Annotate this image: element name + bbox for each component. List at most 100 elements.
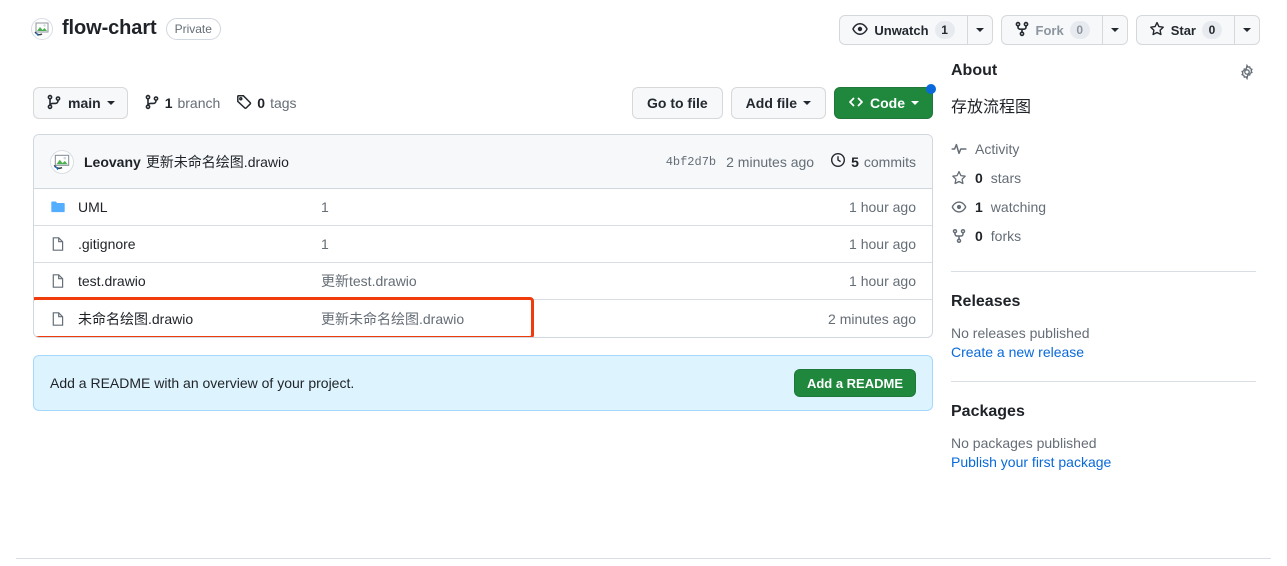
commits-count-link[interactable]: 5 commits [830, 152, 916, 171]
table-row[interactable]: UML 1 1 hour ago [34, 189, 932, 226]
list-item[interactable]: 1 watching [951, 192, 1256, 221]
watch-dropdown-button[interactable] [966, 15, 993, 45]
sidebar-divider [951, 271, 1256, 272]
fork-label: Fork [1035, 22, 1064, 38]
chevron-down-icon [911, 101, 919, 105]
packages-section: Packages No packages published Publish y… [951, 403, 1256, 470]
table-row[interactable]: .gitignore 1 1 hour ago [34, 226, 932, 263]
stat-label: Activity [975, 140, 1020, 157]
about-description: 存放流程图 [951, 99, 1032, 116]
file-name-link[interactable]: 未命名绘图.drawio [78, 309, 321, 329]
owner-avatar[interactable] [31, 17, 53, 40]
code-notification-dot [926, 84, 936, 94]
file-updated-time: 2 minutes ago [828, 310, 916, 327]
table-row[interactable]: 未命名绘图.drawio 更新未命名绘图.drawio 2 minutes ago [34, 297, 932, 337]
fork-button[interactable]: Fork 0 [1000, 15, 1102, 45]
fork-count: 0 [1069, 21, 1090, 39]
main-column: main 1 branch 0 tags Go to file Add file… [33, 62, 936, 411]
commit-author-avatar[interactable] [50, 149, 74, 174]
go-to-file-button[interactable]: Go to file [631, 87, 723, 119]
list-item[interactable]: Activity [951, 134, 1256, 163]
tag-icon [236, 94, 252, 113]
list-item[interactable]: 0 forks [951, 221, 1256, 250]
about-title: About [951, 62, 998, 79]
file-icon [50, 273, 66, 289]
star-count: 0 [1202, 21, 1222, 39]
branch-count-value: 1 [164, 95, 173, 111]
packages-empty-text: No packages published [951, 435, 1097, 451]
list-item[interactable]: 0 stars [951, 163, 1256, 192]
table-row[interactable]: test.drawio 更新test.drawio 1 hour ago [34, 263, 932, 300]
chevron-down-icon [803, 101, 811, 105]
toolbar-right-actions: Go to file Add file Code [631, 84, 936, 119]
commits-count-label: commits [863, 153, 916, 170]
file-updated-time: 1 hour ago [849, 199, 916, 215]
add-readme-banner: Add a README with an overview of your pr… [33, 355, 933, 411]
about-stat-list: Activity 0 stars 1 watching 0 forks [951, 134, 1256, 250]
file-name-link[interactable]: UML [78, 199, 321, 215]
stat-label: stars [990, 169, 1022, 186]
code-button[interactable]: Code [834, 84, 936, 119]
file-updated-time: 1 hour ago [849, 273, 916, 289]
file-commit-message[interactable]: 更新test.drawio [321, 271, 849, 291]
gear-icon[interactable] [1238, 63, 1256, 81]
file-commit-message[interactable]: 1 [321, 236, 849, 252]
page-bottom-divider [16, 558, 1271, 559]
file-toolbar: main 1 branch 0 tags Go to file Add file… [33, 84, 936, 119]
branch-count-link[interactable]: 1 branch [144, 94, 220, 113]
code-icon [848, 94, 864, 113]
file-icon [50, 236, 66, 252]
sidebar-divider [951, 381, 1256, 382]
star-icon [1149, 21, 1165, 40]
tag-count-link[interactable]: 0 tags [236, 94, 297, 113]
commit-author-name[interactable]: Leovany [84, 154, 141, 170]
code-label: Code [870, 95, 905, 111]
add-readme-button[interactable]: Add a README [793, 369, 916, 397]
file-name-link[interactable]: test.drawio [78, 273, 321, 289]
commit-message[interactable]: 更新未命名绘图.drawio [146, 152, 289, 172]
stat-value: 0 [975, 169, 983, 186]
file-row-list: UML 1 1 hour ago .gitignore 1 1 hour ago test.… [34, 189, 932, 337]
star-dropdown-button[interactable] [1234, 15, 1260, 45]
fork-dropdown-button[interactable] [1101, 15, 1128, 45]
watch-button-group: Unwatch 1 [839, 15, 993, 45]
tag-count-label: tags [270, 95, 297, 111]
visibility-badge: Private [165, 17, 221, 40]
create-release-link[interactable]: Create a new release [951, 344, 1256, 360]
commits-count-value: 5 [851, 153, 859, 170]
repo-name[interactable]: flow-chart [62, 17, 157, 40]
unwatch-button[interactable]: Unwatch 1 [839, 15, 967, 45]
add-file-button[interactable]: Add file [730, 87, 826, 119]
github-repo-page: flow-chart Private Unwatch 1 Fork 0 Star… [0, 0, 1287, 566]
star-icon [951, 170, 967, 186]
star-label: Star [1170, 22, 1196, 38]
file-commit-message[interactable]: 更新未命名绘图.drawio [321, 309, 828, 329]
commit-sha[interactable]: 4bf2d7b [666, 155, 716, 169]
watch-count: 1 [934, 21, 955, 39]
about-section: About 存放流程图 Activity 0 stars 1 watching 0 fork… [951, 62, 1256, 250]
publish-package-link[interactable]: Publish your first package [951, 454, 1256, 470]
star-button[interactable]: Star 0 [1135, 15, 1234, 45]
fork-button-group: Fork 0 [1000, 15, 1128, 45]
unwatch-label: Unwatch [874, 22, 929, 38]
stat-value: 1 [975, 198, 983, 215]
file-updated-time: 1 hour ago [849, 236, 916, 252]
stat-label: forks [990, 227, 1022, 244]
file-icon [50, 311, 66, 327]
file-commit-message[interactable]: 1 [321, 199, 849, 215]
file-name-link[interactable]: .gitignore [78, 236, 321, 252]
branch-selector[interactable]: main [33, 87, 128, 119]
chevron-down-icon [106, 101, 115, 105]
stat-value: 0 [975, 227, 983, 244]
repo-header: flow-chart Private Unwatch 1 Fork 0 Star… [0, 0, 1287, 62]
commit-time: 2 minutes ago [726, 153, 815, 170]
repo-forked-icon [1014, 21, 1030, 40]
stat-label: watching [990, 198, 1047, 215]
history-icon [830, 152, 846, 171]
releases-section: Releases No releases published Create a … [951, 293, 1256, 360]
sidebar: About 存放流程图 Activity 0 stars 1 watching 0 fork… [951, 62, 1256, 470]
repo-action-buttons: Unwatch 1 Fork 0 Star 0 [839, 15, 1260, 45]
eye-icon [951, 199, 967, 215]
file-table: Leovany 更新未命名绘图.drawio 4bf2d7b 2 minutes… [33, 134, 933, 338]
eye-icon [852, 21, 869, 40]
